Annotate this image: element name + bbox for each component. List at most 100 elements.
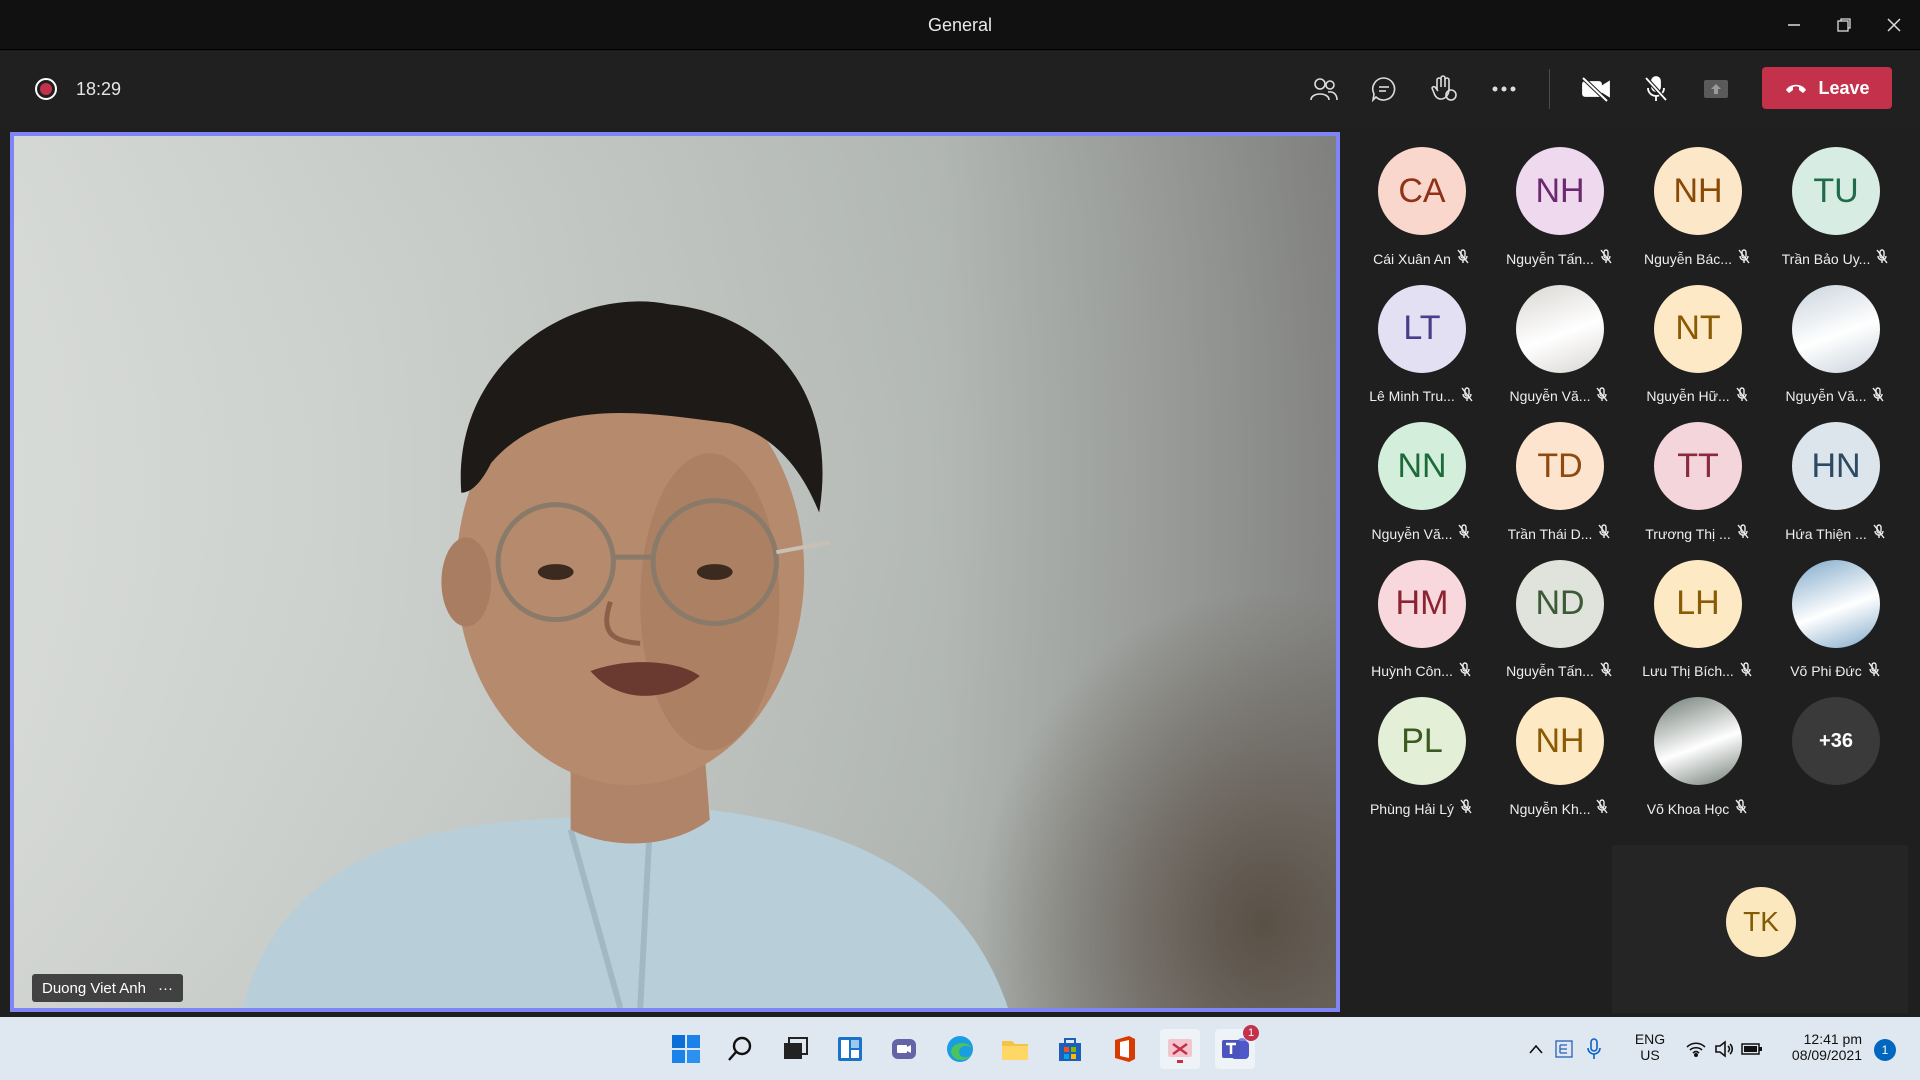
participants-button[interactable] bbox=[1304, 70, 1344, 108]
participant-name: Lưu Thị Bích... bbox=[1642, 663, 1734, 679]
participant-name: Trần Bảo Uy... bbox=[1781, 250, 1871, 267]
participant-tile[interactable]: Võ Phi Đức bbox=[1766, 559, 1904, 690]
participant-label: Huỳnh Côn... bbox=[1352, 661, 1490, 681]
participant-tile[interactable]: LH Lưu Thị Bích... bbox=[1628, 559, 1766, 690]
participant-name: Trần Thái D... bbox=[1507, 525, 1593, 542]
speaker-more-options[interactable]: ··· bbox=[158, 980, 173, 997]
language-indicator[interactable]: ENG US bbox=[1632, 1031, 1668, 1063]
meeting-stage: Duong Viet Anh ··· CA Cái Xuân An NH Nguyễn… bbox=[0, 127, 1920, 1017]
show-hidden-icons-button[interactable] bbox=[1524, 1029, 1548, 1069]
participant-avatar: NT bbox=[1654, 284, 1742, 373]
minimize-button[interactable] bbox=[1776, 10, 1812, 40]
recording-indicator-icon bbox=[35, 78, 57, 100]
restore-button[interactable] bbox=[1826, 10, 1862, 40]
participant-avatar: HM bbox=[1378, 559, 1466, 648]
microphone-tray-button[interactable] bbox=[1582, 1029, 1606, 1069]
mic-toggle-button[interactable] bbox=[1636, 70, 1676, 108]
battery-button[interactable] bbox=[1740, 1029, 1764, 1069]
participant-tile[interactable]: CA Cái Xuân An bbox=[1352, 147, 1490, 277]
participant-tile[interactable]: TT Trương Thị ... bbox=[1628, 422, 1766, 552]
video-chat-icon bbox=[892, 1039, 916, 1059]
participant-tile[interactable]: NN Nguyễn Vă... bbox=[1352, 422, 1490, 552]
participant-name: Võ Khoa Học bbox=[1646, 800, 1730, 817]
participant-label: Nguyễn Tấn... bbox=[1490, 249, 1628, 268]
file-explorer-button[interactable] bbox=[995, 1029, 1035, 1069]
teams-button[interactable]: 1 bbox=[1215, 1025, 1259, 1069]
participant-tile[interactable]: NT Nguyễn Hữ... bbox=[1628, 284, 1766, 415]
participant-label: Hứa Thiện ... bbox=[1766, 524, 1904, 543]
speaker-name-tag[interactable]: Duong Viet Anh ··· bbox=[32, 974, 183, 1002]
participant-label: Võ Phi Đức bbox=[1766, 661, 1904, 681]
active-speaker-video[interactable]: Duong Viet Anh ··· bbox=[10, 132, 1340, 1012]
participant-tile[interactable]: NH Nguyễn Bác... bbox=[1628, 147, 1766, 277]
mic-muted-icon bbox=[1876, 249, 1888, 268]
teams-chat-button[interactable] bbox=[885, 1029, 925, 1069]
participant-tile[interactable]: Võ Khoa Học bbox=[1628, 697, 1766, 827]
store-button[interactable] bbox=[1050, 1029, 1090, 1069]
participant-tile[interactable]: HN Hứa Thiện ... bbox=[1766, 422, 1904, 552]
participant-avatar: NH bbox=[1516, 697, 1604, 785]
speaker-figure bbox=[242, 301, 1008, 1008]
participant-name: Huỳnh Côn... bbox=[1371, 663, 1453, 679]
participant-name: Nguyễn Vă... bbox=[1785, 388, 1867, 404]
participant-tile[interactable]: PL Phùng Hải Lý bbox=[1352, 697, 1490, 827]
participant-label: Nguyễn Tấn... bbox=[1490, 661, 1628, 681]
participant-avatar bbox=[1516, 284, 1604, 373]
window-title-bar: General bbox=[0, 0, 1920, 50]
participant-name: Nguyễn Vă... bbox=[1509, 388, 1591, 404]
mic-muted-icon bbox=[1868, 661, 1880, 681]
participant-tile[interactable]: Nguyễn Vă... bbox=[1766, 284, 1904, 415]
widgets-button[interactable] bbox=[830, 1029, 870, 1069]
toolbar-divider bbox=[1549, 69, 1550, 109]
mic-muted-icon bbox=[1600, 249, 1612, 268]
participant-label: Lê Minh Tru... bbox=[1352, 386, 1490, 406]
participant-label: Nguyễn Vă... bbox=[1766, 386, 1904, 406]
microphone-icon bbox=[1587, 1038, 1601, 1059]
input-indicator[interactable] bbox=[1552, 1029, 1576, 1069]
participant-tile[interactable]: TD Trần Thái D... bbox=[1490, 422, 1628, 552]
participant-label: Nguyễn Bác... bbox=[1628, 249, 1766, 268]
call-toolbar: 18:29 Leave bbox=[0, 51, 1920, 127]
volume-button[interactable] bbox=[1712, 1029, 1736, 1069]
snipping-tool-button[interactable] bbox=[1160, 1029, 1200, 1069]
participant-tile[interactable]: LT Lê Minh Tru... bbox=[1352, 284, 1490, 415]
mic-muted-icon bbox=[1458, 524, 1471, 543]
edge-button[interactable] bbox=[940, 1029, 980, 1069]
mic-muted-icon bbox=[1600, 661, 1612, 681]
share-screen-button[interactable] bbox=[1696, 70, 1736, 108]
camera-toggle-button[interactable] bbox=[1576, 70, 1616, 108]
participant-tile[interactable]: ND Nguyễn Tấn... bbox=[1490, 559, 1628, 690]
participant-name: Nguyễn Hữ... bbox=[1646, 388, 1730, 404]
participant-tile[interactable]: NH Nguyễn Tấn... bbox=[1490, 147, 1628, 277]
mic-muted-icon bbox=[1461, 386, 1473, 406]
clock[interactable]: 12:41 pm 08/09/2021 bbox=[1782, 1031, 1862, 1063]
participant-tile[interactable]: HM Huỳnh Côn... bbox=[1352, 559, 1490, 690]
chat-icon bbox=[1371, 77, 1396, 102]
participant-tile[interactable]: TU Trần Bảo Uy... bbox=[1766, 147, 1904, 277]
camera-off-icon bbox=[1581, 76, 1610, 102]
mic-muted-icon bbox=[1459, 661, 1471, 681]
reactions-button[interactable] bbox=[1424, 70, 1464, 108]
participant-tile[interactable]: NH Nguyễn Kh... bbox=[1490, 697, 1628, 827]
office-icon bbox=[1115, 1036, 1135, 1062]
task-view-button[interactable] bbox=[775, 1029, 815, 1069]
wifi-icon bbox=[1686, 1042, 1706, 1057]
participant-label: Lưu Thị Bích... bbox=[1628, 661, 1766, 681]
participant-name: Võ Phi Đức bbox=[1790, 663, 1862, 679]
leave-button[interactable]: Leave bbox=[1762, 67, 1892, 109]
office-button[interactable] bbox=[1105, 1029, 1145, 1069]
mic-muted-icon bbox=[1740, 661, 1752, 681]
edge-icon bbox=[947, 1036, 973, 1062]
close-button[interactable] bbox=[1876, 10, 1912, 40]
overflow-participants-tile[interactable]: +36 bbox=[1766, 697, 1904, 827]
start-button[interactable] bbox=[666, 1029, 706, 1069]
participant-label: Phùng Hải Lý bbox=[1352, 799, 1490, 818]
search-button[interactable] bbox=[720, 1029, 760, 1069]
wifi-button[interactable] bbox=[1684, 1029, 1708, 1069]
participant-avatar: ND bbox=[1516, 559, 1604, 648]
mic-muted-icon bbox=[1596, 799, 1609, 818]
chat-button[interactable] bbox=[1364, 70, 1404, 108]
participant-tile[interactable]: Nguyễn Vă... bbox=[1490, 284, 1628, 415]
notification-badge[interactable]: 1 bbox=[1874, 1039, 1896, 1061]
more-actions-button[interactable] bbox=[1484, 70, 1524, 108]
